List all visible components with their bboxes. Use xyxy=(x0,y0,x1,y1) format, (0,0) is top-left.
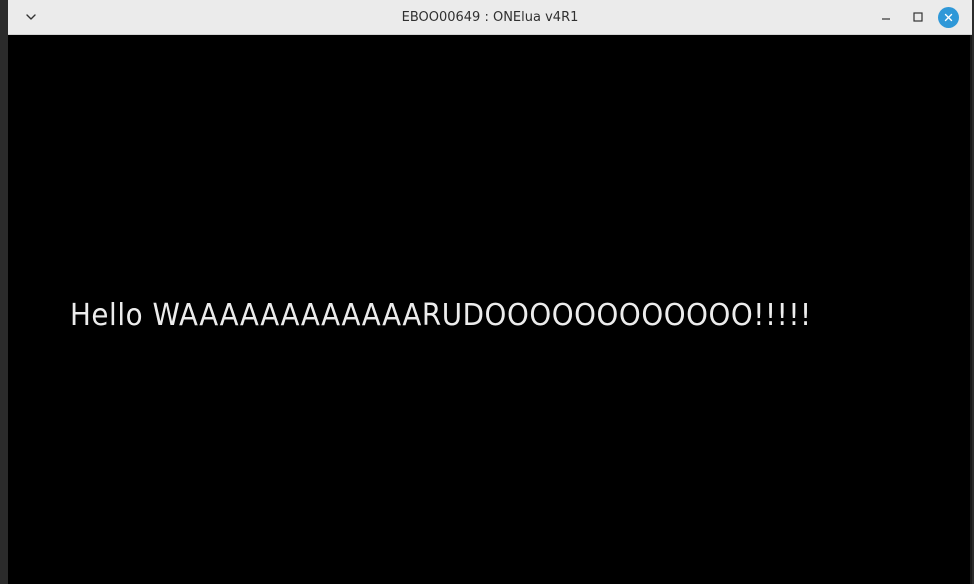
window-edge xyxy=(970,35,972,584)
application-window: EBOO00649 : ONElua v4R1 Hello WAAAAAAAAA… xyxy=(8,0,972,584)
minimize-icon xyxy=(882,18,890,20)
close-icon xyxy=(944,13,953,22)
app-canvas[interactable]: Hello WAAAAAAAAAAAARUDOOOOOOOOOOOO!!!!! xyxy=(8,35,972,584)
maximize-icon xyxy=(913,12,923,22)
minimize-button[interactable] xyxy=(876,7,896,27)
close-button[interactable] xyxy=(938,7,959,28)
window-title: EBOO00649 : ONElua v4R1 xyxy=(401,10,579,25)
title-bar[interactable]: EBOO00649 : ONElua v4R1 xyxy=(8,0,972,35)
maximize-button[interactable] xyxy=(908,7,928,27)
hello-message: Hello WAAAAAAAAAAAARUDOOOOOOOOOOOO!!!!! xyxy=(70,298,812,333)
